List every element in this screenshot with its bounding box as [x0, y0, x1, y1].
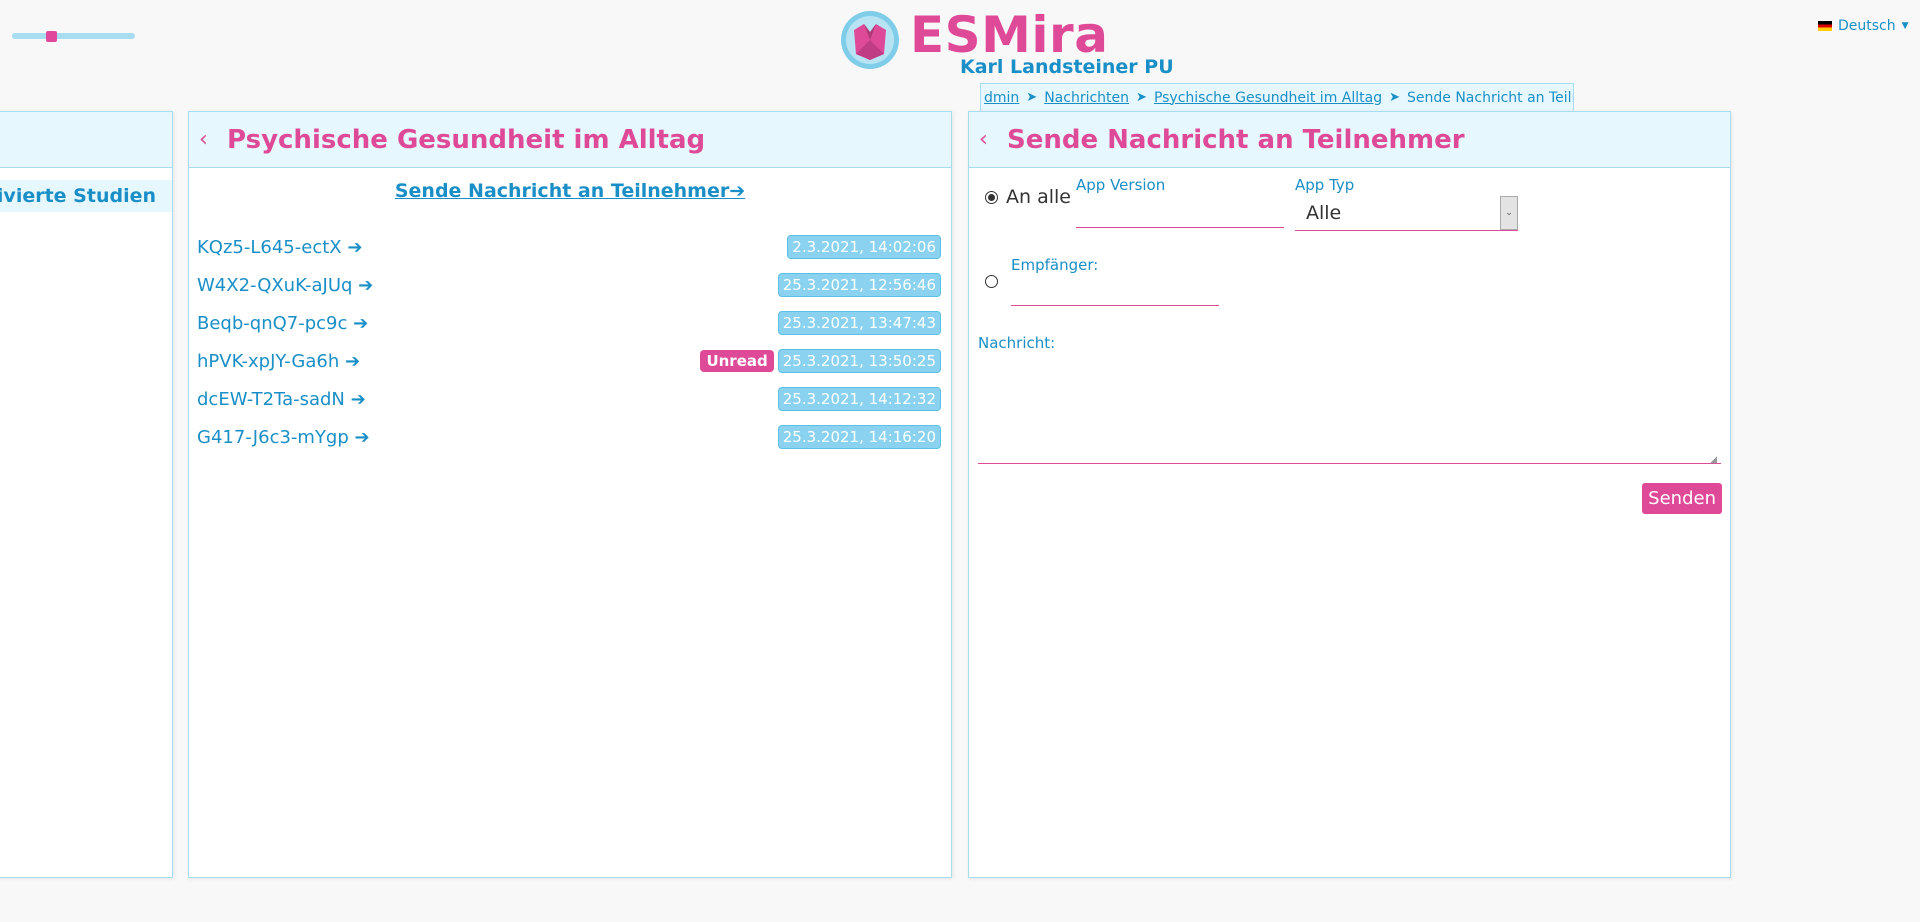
chevron-down-icon: ▼: [1901, 21, 1909, 31]
conversations-panel-header: ‹ Psychische Gesundheit im Alltag: [189, 112, 951, 168]
conversation-meta: 25.3.2021, 14:16:20: [777, 425, 941, 449]
language-selector[interactable]: Deutsch ▼: [1818, 18, 1909, 34]
resize-handle-icon[interactable]: ◢: [1710, 455, 1717, 465]
app-type-group: App Typ Alle ⌄: [1295, 176, 1518, 231]
send-message-link[interactable]: Sende Nachricht an Teilnehmer➔: [189, 180, 951, 202]
conversation-timestamp: 25.3.2021, 13:47:43: [777, 311, 941, 335]
esmira-logo-icon: [841, 11, 899, 69]
conversation-timestamp: 25.3.2021, 14:16:20: [777, 425, 941, 449]
breadcrumb-separator-icon: ➤: [1389, 90, 1400, 105]
conversation-row[interactable]: G417-J6c3-mYgp ➔ 25.3.2021, 14:16:20: [197, 418, 941, 456]
app-version-input[interactable]: [1076, 196, 1284, 228]
conversation-meta: 25.3.2021, 14:12:32: [777, 387, 941, 411]
conversations-panel: ‹ Psychische Gesundheit im Alltag Sende …: [188, 111, 952, 878]
radio-all-row[interactable]: An alle: [985, 186, 1071, 208]
conversation-meta: 2.3.2021, 14:02:06: [787, 235, 941, 259]
conversation-id-link[interactable]: hPVK-xpJY-Ga6h ➔: [197, 351, 360, 372]
organization-name: Karl Landsteiner PU: [960, 56, 1174, 78]
conversation-row[interactable]: hPVK-xpJY-Ga6h ➔ Unread 25.3.2021, 13:50:2…: [197, 342, 941, 380]
conversation-row[interactable]: dcEW-T2Ta-sadN ➔ 25.3.2021, 14:12:32: [197, 380, 941, 418]
conversation-row[interactable]: Beqb-qnQ7-pc9c ➔ 25.3.2021, 13:47:43: [197, 304, 941, 342]
left-panel: ktivierte Studien: [0, 111, 173, 878]
study-title: Psychische Gesundheit im Alltag: [227, 124, 706, 155]
conversation-id-link[interactable]: G417-J6c3-mYgp ➔: [197, 427, 370, 448]
conversation-id-link[interactable]: KQz5-L645-ectX ➔: [197, 237, 362, 258]
send-button[interactable]: Senden: [1642, 483, 1722, 514]
back-chevron-icon[interactable]: ‹: [199, 127, 227, 152]
app-type-label: App Typ: [1295, 176, 1355, 194]
conversation-row[interactable]: KQz5-L645-ectX ➔ 2.3.2021, 14:02:06: [197, 228, 941, 266]
radio-all[interactable]: [985, 190, 998, 204]
chevron-down-icon[interactable]: ⌄: [1500, 196, 1518, 230]
breadcrumb-separator-icon: ➤: [1026, 90, 1038, 105]
app-version-group: App Version: [1076, 176, 1284, 228]
conversation-meta: Unread 25.3.2021, 13:50:25: [700, 349, 941, 373]
conversation-id-link[interactable]: dcEW-T2Ta-sadN ➔: [197, 389, 366, 410]
breadcrumb-item-study[interactable]: Psychische Gesundheit im Alltag: [1154, 90, 1382, 106]
conversation-timestamp: 25.3.2021, 13:50:25: [777, 349, 941, 373]
app-type-select[interactable]: Alle ⌄: [1295, 196, 1518, 231]
send-message-panel: ‹ Sende Nachricht an Teilnehmer An alle …: [968, 111, 1731, 878]
language-label: Deutsch: [1838, 18, 1896, 34]
german-flag-icon: [1818, 21, 1832, 31]
recipient-input[interactable]: [1011, 276, 1219, 306]
app-version-label: App Version: [1076, 176, 1166, 194]
conversation-id-link[interactable]: Beqb-qnQ7-pc9c ➔: [197, 313, 368, 334]
recipient-label: Empfänger:: [1011, 256, 1099, 274]
radio-recipient-row[interactable]: [985, 273, 998, 292]
send-message-panel-header: ‹ Sende Nachricht an Teilnehmer: [969, 112, 1730, 168]
conversation-timestamp: 2.3.2021, 14:02:06: [787, 235, 941, 259]
conversation-meta: 25.3.2021, 13:47:43: [777, 311, 941, 335]
send-message-title: Sende Nachricht an Teilnehmer: [1007, 124, 1465, 155]
left-panel-header: [0, 112, 172, 168]
back-chevron-icon[interactable]: ‹: [979, 127, 1007, 152]
breadcrumb-current: Sende Nachricht an Teilnehmer: [1407, 89, 1573, 106]
conversation-timestamp: 25.3.2021, 12:56:46: [777, 273, 941, 297]
breadcrumb-item-admin[interactable]: dmin: [984, 90, 1019, 106]
radio-all-label: An alle: [1006, 186, 1071, 208]
message-label: Nachricht:: [978, 334, 1056, 352]
recipient-group: Empfänger:: [1011, 256, 1219, 306]
zoom-slider-track: [12, 33, 135, 39]
conversation-timestamp: 25.3.2021, 14:12:32: [777, 387, 941, 411]
breadcrumb: dmin ➤ Nachrichten ➤ Psychische Gesundhe…: [980, 83, 1574, 111]
nav-item-activated-studies[interactable]: ktivierte Studien: [0, 180, 172, 212]
breadcrumb-item-messages[interactable]: Nachrichten: [1044, 90, 1129, 106]
zoom-slider-thumb[interactable]: [45, 31, 57, 42]
message-textarea[interactable]: [978, 354, 1721, 464]
conversation-row[interactable]: W4X2-QXuK-aJUq ➔ 25.3.2021, 12:56:46: [197, 266, 941, 304]
unread-badge: Unread: [700, 350, 774, 372]
conversation-id-link[interactable]: W4X2-QXuK-aJUq ➔: [197, 275, 373, 296]
zoom-slider[interactable]: [12, 31, 135, 42]
breadcrumb-separator-icon: ➤: [1136, 90, 1147, 105]
app-type-value: Alle: [1306, 202, 1342, 224]
message-group: Nachricht: ◢: [978, 334, 1721, 468]
conversation-meta: 25.3.2021, 12:56:46: [777, 273, 941, 297]
conversation-list: KQz5-L645-ectX ➔ 2.3.2021, 14:02:06 W4X2-Q…: [189, 228, 951, 456]
radio-recipient[interactable]: [985, 275, 998, 288]
